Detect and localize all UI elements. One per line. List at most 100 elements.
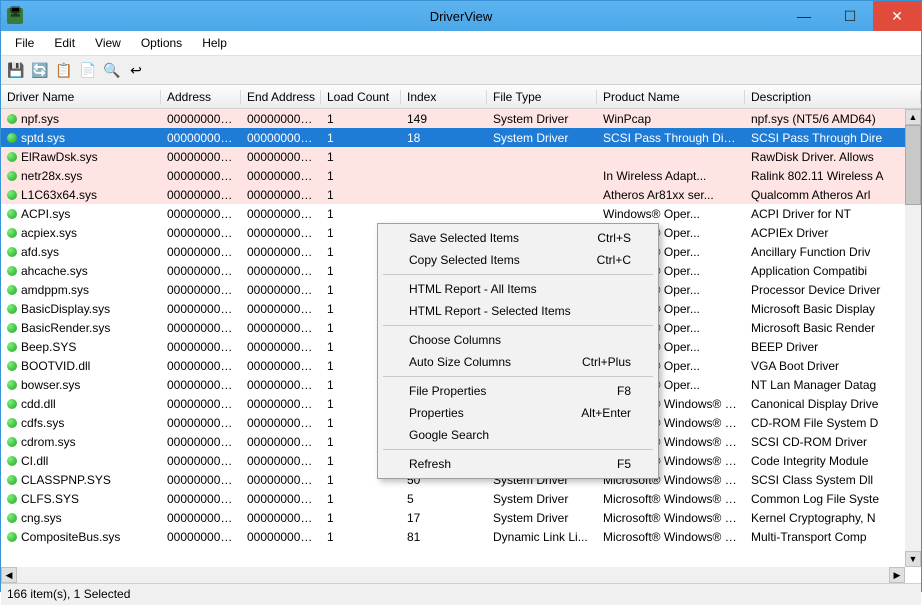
window-title: DriverView [430, 9, 493, 24]
col-file-type[interactable]: File Type [487, 90, 597, 104]
scroll-right-icon[interactable]: ▶ [889, 567, 905, 583]
properties-icon[interactable]: 📄 [77, 59, 99, 81]
cm-html-all[interactable]: HTML Report - All Items [381, 278, 655, 300]
status-dot-icon [7, 304, 17, 314]
driver-name: netr28x.sys [21, 169, 82, 183]
status-dot-icon [7, 266, 17, 276]
status-dot-icon [7, 361, 17, 371]
col-address[interactable]: Address [161, 90, 241, 104]
driver-name: bowser.sys [21, 378, 80, 392]
status-dot-icon [7, 285, 17, 295]
refresh-icon[interactable]: 🔄 [29, 59, 51, 81]
cell-description: Microsoft Basic Display [745, 302, 921, 316]
menu-view[interactable]: View [85, 33, 131, 53]
menu-options[interactable]: Options [131, 33, 192, 53]
table-row[interactable]: ElRawDsk.sys00000000`0...00000000`0...1R… [1, 147, 921, 166]
save-icon[interactable]: 💾 [5, 59, 27, 81]
menu-help[interactable]: Help [192, 33, 237, 53]
cell-file-type: System Driver [487, 131, 597, 145]
table-row[interactable]: L1C63x64.sys00000000`0...00000000`0...1A… [1, 185, 921, 204]
cell-end-address: 00000000`0... [241, 454, 321, 468]
col-load-count[interactable]: Load Count [321, 90, 401, 104]
exit-icon[interactable]: ↩ [125, 59, 147, 81]
driver-name: ACPI.sys [21, 207, 70, 221]
close-button[interactable]: ✕ [873, 1, 921, 31]
scroll-left-icon[interactable]: ◀ [1, 567, 17, 583]
cell-description: Kernel Cryptography, N [745, 511, 921, 525]
cell-address: 00000000`0... [161, 302, 241, 316]
cell-description: Ralink 802.11 Wireless A [745, 169, 921, 183]
cell-product: In Wireless Adapt... [597, 169, 745, 183]
menu-edit[interactable]: Edit [44, 33, 85, 53]
table-row[interactable]: CompositeBus.sys00000000`0...00000000`0.… [1, 527, 921, 546]
cell-description: BEEP Driver [745, 340, 921, 354]
horizontal-scrollbar[interactable]: ◀ ▶ [1, 567, 905, 583]
cm-auto-size[interactable]: Auto Size Columns Ctrl+Plus [381, 351, 655, 373]
maximize-button[interactable]: ☐ [827, 1, 873, 31]
cm-html-selected[interactable]: HTML Report - Selected Items [381, 300, 655, 322]
col-driver-name[interactable]: Driver Name [1, 90, 161, 104]
driver-name: amdppm.sys [21, 283, 89, 297]
cell-load-count: 1 [321, 188, 401, 202]
cell-file-type: System Driver [487, 511, 597, 525]
cell-end-address: 00000000`0... [241, 321, 321, 335]
cell-description: Processor Device Driver [745, 283, 921, 297]
cm-refresh[interactable]: Refresh F5 [381, 453, 655, 475]
cell-product: WinPcap [597, 112, 745, 126]
cell-index: 17 [401, 511, 487, 525]
cm-save-selected[interactable]: Save Selected Items Ctrl+S [381, 227, 655, 249]
menubar: File Edit View Options Help [1, 31, 921, 56]
cell-file-type: System Driver [487, 112, 597, 126]
copy-icon[interactable]: 📋 [53, 59, 75, 81]
driver-name: CI.dll [21, 454, 48, 468]
status-dot-icon [7, 323, 17, 333]
table-row[interactable]: cng.sys00000000`0...00000000`0...117Syst… [1, 508, 921, 527]
scroll-down-icon[interactable]: ▼ [905, 551, 921, 567]
driver-name: npf.sys [21, 112, 59, 126]
cm-google-search[interactable]: Google Search [381, 424, 655, 446]
cell-description: Ancillary Function Driv [745, 245, 921, 259]
col-description[interactable]: Description [745, 90, 921, 104]
cell-product: Windows® Oper... [597, 207, 745, 221]
col-end-address[interactable]: End Address [241, 90, 321, 104]
driver-name: cdd.dll [21, 397, 56, 411]
cell-address: 00000000`0... [161, 150, 241, 164]
col-product-name[interactable]: Product Name [597, 90, 745, 104]
cm-file-properties[interactable]: File Properties F8 [381, 380, 655, 402]
cm-copy-selected[interactable]: Copy Selected Items Ctrl+C [381, 249, 655, 271]
vertical-scrollbar[interactable]: ▲ ▼ [905, 109, 921, 567]
cell-end-address: 00000000`0... [241, 378, 321, 392]
table-row[interactable]: sptd.sys00000000`0...00000000`0...118Sys… [1, 128, 921, 147]
titlebar[interactable]: DriverView — ☐ ✕ [1, 1, 921, 31]
cell-product: SCSI Pass Through Direct [597, 131, 745, 145]
status-dot-icon [7, 494, 17, 504]
status-dot-icon [7, 228, 17, 238]
cell-description: VGA Boot Driver [745, 359, 921, 373]
table-row[interactable]: CLFS.SYS00000000`0...00000000`0...15Syst… [1, 489, 921, 508]
cell-product: Microsoft® Windows® Oper... [597, 530, 745, 544]
cell-description: SCSI Class System Dll [745, 473, 921, 487]
col-index[interactable]: Index [401, 90, 487, 104]
cm-properties[interactable]: Properties Alt+Enter [381, 402, 655, 424]
driver-table: Driver Name Address End Address Load Cou… [1, 85, 921, 583]
table-row[interactable]: ACPI.sys00000000`0...00000000`0...1Windo… [1, 204, 921, 223]
cell-end-address: 00000000`0... [241, 264, 321, 278]
find-icon[interactable]: 🔍 [101, 59, 123, 81]
status-dot-icon [7, 399, 17, 409]
table-row[interactable]: npf.sys00000000`0...00000000`0...1149Sys… [1, 109, 921, 128]
scroll-up-icon[interactable]: ▲ [905, 109, 921, 125]
scroll-thumb[interactable] [905, 125, 921, 205]
minimize-button[interactable]: — [781, 1, 827, 31]
menu-file[interactable]: File [5, 33, 44, 53]
cell-description: npf.sys (NT5/6 AMD64) [745, 112, 921, 126]
cm-choose-columns[interactable]: Choose Columns [381, 329, 655, 351]
driver-name: BasicRender.sys [21, 321, 110, 335]
status-dot-icon [7, 247, 17, 257]
separator [383, 325, 653, 326]
separator [383, 376, 653, 377]
table-row[interactable]: netr28x.sys00000000`0...00000000`0...1In… [1, 166, 921, 185]
driver-name: cng.sys [21, 511, 62, 525]
cell-index: 18 [401, 131, 487, 145]
cell-description: Common Log File Syste [745, 492, 921, 506]
cell-load-count: 1 [321, 511, 401, 525]
